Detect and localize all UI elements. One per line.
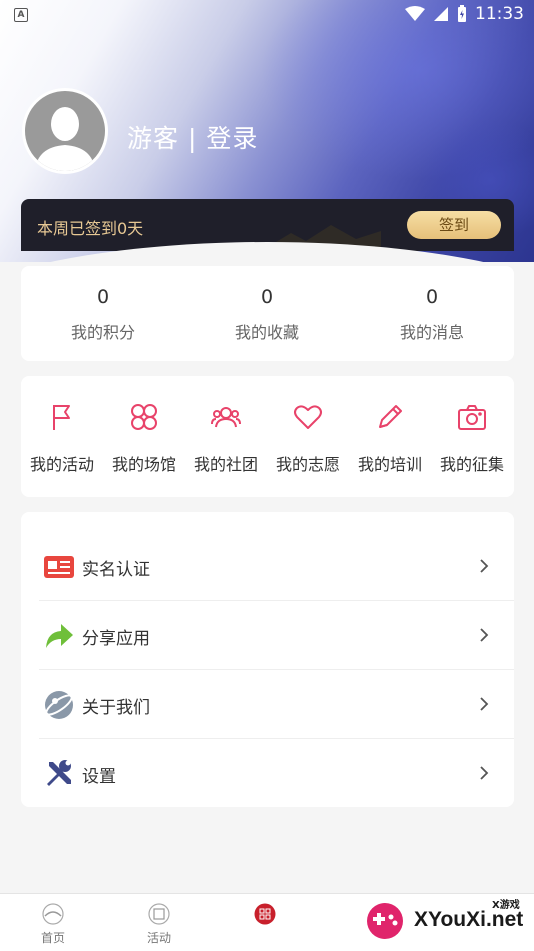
menu-item-label: 分享应用 [82, 629, 150, 649]
default-user-icon [35, 107, 95, 171]
stat-label: 我的消息 [399, 323, 464, 342]
home-icon [42, 903, 64, 925]
chevron-right-icon [480, 697, 489, 711]
shortcut-my-submissions[interactable]: 我的征集 [431, 376, 513, 497]
group-icon [211, 407, 241, 428]
shortcut-label: 我的征集 [439, 455, 504, 474]
stat-value: 0 [260, 286, 274, 308]
stat-messages[interactable]: 0 我的消息 [350, 266, 514, 361]
shortcut-label: 我的社团 [193, 455, 258, 474]
tab-home[interactable]: 首页 [0, 894, 106, 951]
stat-label: 我的积分 [70, 323, 135, 342]
avatar[interactable] [22, 88, 108, 174]
pencil-icon [379, 405, 402, 428]
stats-card: 0 我的积分 0 我的收藏 0 我的消息 [21, 266, 514, 361]
flag-icon [53, 405, 70, 430]
signal-icon [434, 7, 448, 21]
sign-in-button[interactable]: 签到 [407, 211, 501, 239]
tab-activity[interactable]: 活动 [106, 894, 212, 951]
menu-item-about[interactable]: 关于我们 [21, 670, 514, 739]
chevron-right-icon [480, 766, 489, 780]
profile-header: A 11:33 游客 | 登录 本周已签到0天 签到 [0, 0, 534, 262]
menu-item-label: 关于我们 [82, 698, 150, 718]
tab-center[interactable] [212, 894, 318, 951]
shortcut-label: 我的场馆 [111, 455, 176, 474]
shortcut-my-venues[interactable]: 我的场馆 [103, 376, 185, 497]
gamepad-logo-icon [367, 903, 403, 939]
tab-label: 活动 [146, 931, 171, 945]
heart-icon [294, 405, 322, 429]
shortcut-my-training[interactable]: 我的培训 [349, 376, 431, 497]
app-notification-icon: A [14, 8, 28, 22]
shortcut-my-clubs[interactable]: 我的社团 [185, 376, 267, 497]
camera-icon [458, 405, 486, 430]
clock: 11:33 [475, 4, 524, 24]
tab-label: 首页 [40, 931, 65, 945]
shortcut-my-activities[interactable]: 我的活动 [21, 376, 103, 497]
tools-icon [47, 760, 71, 786]
about-icon [45, 691, 73, 719]
menu-item-real-name[interactable]: 实名认证 [21, 532, 514, 601]
id-card-icon [44, 556, 74, 578]
watermark-text: XYouXi.net [414, 908, 524, 931]
chevron-right-icon [480, 559, 489, 573]
stat-points[interactable]: 0 我的积分 [21, 266, 185, 361]
shortcut-label: 我的志愿 [275, 455, 340, 474]
wifi-icon [405, 6, 425, 21]
venue-icon [131, 404, 157, 430]
menu-item-share[interactable]: 分享应用 [21, 601, 514, 670]
shortcut-label: 我的活动 [29, 455, 94, 474]
stat-value: 0 [96, 286, 110, 308]
status-bar: A 11:33 [0, 0, 534, 28]
watermark: X游戏 XYouXi.net [362, 896, 530, 948]
shortcut-my-volunteering[interactable]: 我的志愿 [267, 376, 349, 497]
menu-item-label: 实名认证 [82, 560, 150, 580]
stat-value: 0 [425, 286, 439, 308]
login-link[interactable]: 游客 | 登录 [127, 119, 258, 155]
shortcut-label: 我的培训 [357, 455, 422, 474]
stat-label: 我的收藏 [234, 323, 299, 342]
settings-menu: 实名认证 分享应用 关于我们 设置 [21, 512, 514, 807]
menu-item-settings[interactable]: 设置 [21, 739, 514, 808]
chevron-right-icon [480, 628, 489, 642]
activity-icon [148, 903, 170, 925]
sign-in-status: 本周已签到0天 [37, 219, 144, 238]
menu-item-label: 设置 [82, 767, 116, 787]
stat-favorites[interactable]: 0 我的收藏 [185, 266, 349, 361]
battery-icon [458, 5, 466, 22]
center-icon [254, 903, 276, 925]
share-arrow-icon [46, 624, 73, 648]
shortcut-grid: 我的活动 我的场馆 我的社团 我的志愿 我的培训 我的征集 [21, 376, 514, 497]
